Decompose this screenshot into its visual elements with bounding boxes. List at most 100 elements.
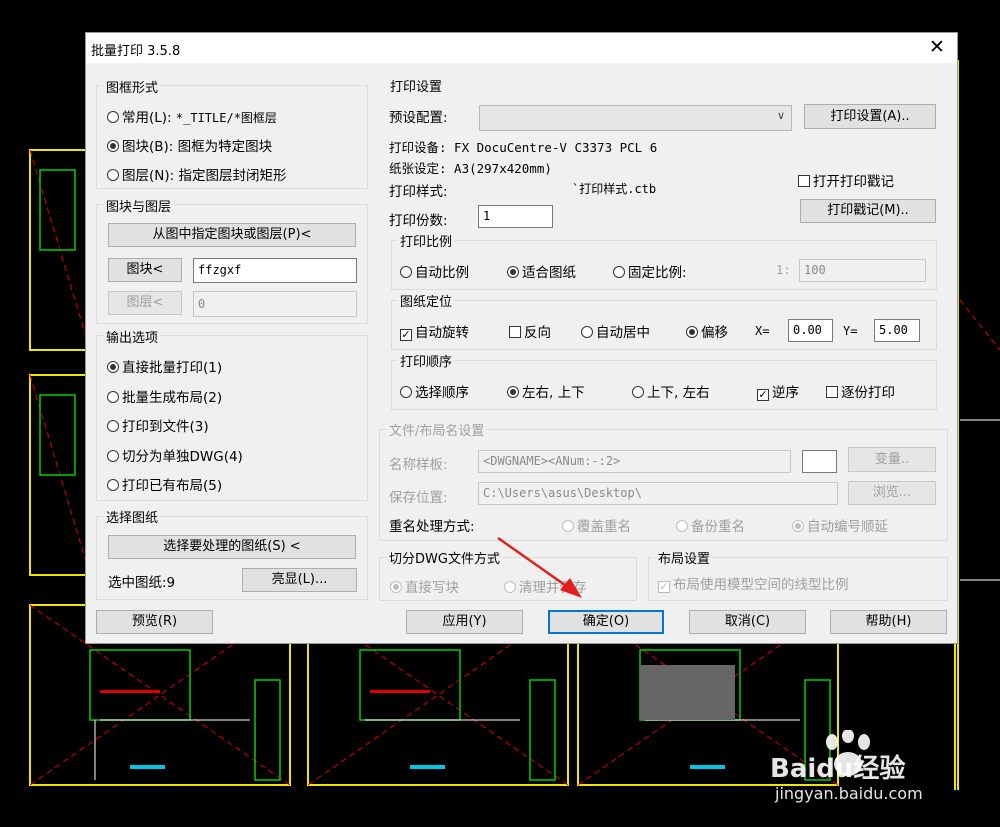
rename-backup-radio[interactable]: 备份重名 <box>676 515 745 535</box>
offset-y-input[interactable]: 5.00 <box>874 319 920 342</box>
checkbox-icon <box>826 386 838 398</box>
frame-style-layer-radio[interactable]: 图层(N): 指定图层封闭矩形 <box>107 164 286 184</box>
selected-count-text: 选中图纸:9 <box>108 575 176 591</box>
variable-button[interactable]: 变量.. <box>848 447 936 472</box>
radio-icon <box>107 169 119 181</box>
block-button[interactable]: 图块< <box>108 258 182 282</box>
preset-dropdown[interactable]: ∨ <box>479 105 792 131</box>
watermark-brand: Baidu经验 <box>770 754 906 784</box>
output-existing-layout-radio[interactable]: 打印已有布局(5) <box>107 474 222 494</box>
ok-button[interactable]: 确定(O) <box>548 610 664 634</box>
name-template-input[interactable]: <DWGNAME><ANum:-:2> <box>478 450 791 473</box>
reverse-order-checkbox[interactable]: ✓ 逆序 <box>757 381 799 401</box>
reverse-checkbox[interactable]: 反向 <box>509 321 551 341</box>
preview-button[interactable]: 预览(R) <box>96 610 213 634</box>
close-icon[interactable]: ✕ <box>927 36 947 58</box>
scale-ratio-label: 1: <box>776 263 791 277</box>
scale-fit-radio[interactable]: 适合图纸 <box>507 261 576 281</box>
radio-icon <box>400 386 412 398</box>
print-stamp-button[interactable]: 打印戳记(M).. <box>800 199 936 223</box>
radio-icon <box>676 520 688 532</box>
cancel-button[interactable]: 取消(C) <box>689 610 806 634</box>
save-location-label: 保存位置: <box>389 490 448 506</box>
print-style-label: 打印样式: <box>389 184 448 200</box>
variable-box[interactable] <box>802 450 837 473</box>
output-generate-layout-radio[interactable]: 批量生成布局(2) <box>107 386 222 406</box>
auto-rotate-checkbox[interactable]: ✓ 自动旋转 <box>400 321 469 341</box>
offset-radio[interactable]: 偏移 <box>686 321 728 341</box>
preset-label: 预设配置: <box>389 110 448 126</box>
order-lr-tb-radio[interactable]: 左右, 上下 <box>507 381 585 401</box>
radio-icon <box>390 581 402 593</box>
radio-icon <box>107 450 119 462</box>
print-settings-label: 打印设置 <box>388 76 445 95</box>
paper-position-label: 图纸定位 <box>398 291 455 310</box>
block-name-input[interactable]: ffzgxf <box>193 258 357 283</box>
checkbox-icon: ✓ <box>400 328 412 341</box>
watermark-url: jingyan.baidu.com <box>775 784 923 803</box>
radio-icon <box>581 326 593 338</box>
split-dwg-label: 切分DWG文件方式 <box>387 548 502 567</box>
split-purge-save-radio[interactable]: 清理并保存 <box>504 576 587 596</box>
print-settings-button[interactable]: 打印设置(A).. <box>804 104 936 129</box>
order-tb-lr-radio[interactable]: 上下, 左右 <box>632 381 710 401</box>
split-direct-write-radio[interactable]: 直接写块 <box>390 576 459 596</box>
file-layout-label: 文件/布局名设置 <box>387 420 487 439</box>
print-order-label: 打印顺序 <box>398 351 455 370</box>
checkbox-icon: ✓ <box>658 580 670 593</box>
name-template-label: 名称样板: <box>389 457 448 473</box>
save-location-input[interactable]: C:\Users\asus\Desktop\ <box>478 482 838 505</box>
output-options-label: 输出选项 <box>104 327 161 346</box>
collate-checkbox[interactable]: 逐份打印 <box>826 381 895 401</box>
output-direct-print-radio[interactable]: 直接批量打印(1) <box>107 356 222 376</box>
apply-button[interactable]: 应用(Y) <box>406 610 523 634</box>
rename-overwrite-radio[interactable]: 覆盖重名 <box>562 515 631 535</box>
open-stamp-checkbox[interactable]: 打开打印戳记 <box>798 170 894 190</box>
radio-icon <box>507 386 519 398</box>
radio-icon <box>792 520 804 532</box>
frame-style-common-radio[interactable]: 常用(L): *_TITLE/*图框层 <box>107 106 277 126</box>
title-bar: 批量打印 3.5.8 ✕ <box>86 33 957 63</box>
frame-style-label: 图框形式 <box>104 77 161 96</box>
auto-center-radio[interactable]: 自动居中 <box>581 321 650 341</box>
radio-icon <box>613 266 625 278</box>
paper-setting-text: 纸张设定: A3(297x420mm) <box>389 161 552 176</box>
print-style-value: `打印样式.ctb <box>572 182 657 196</box>
chevron-down-icon: ∨ <box>776 109 785 122</box>
layer-button[interactable]: 图层< <box>108 291 182 315</box>
select-drawings-button[interactable]: 选择要处理的图纸(S) < <box>108 535 356 559</box>
checkbox-icon: ✓ <box>757 388 769 401</box>
checkbox-icon <box>798 175 810 187</box>
output-print-to-file-radio[interactable]: 打印到文件(3) <box>107 415 209 435</box>
frame-style-block-radio[interactable]: 图块(B): 图框为特定图块 <box>107 135 272 155</box>
highlight-button[interactable]: 亮显(L)... <box>242 568 357 592</box>
radio-icon <box>107 361 119 373</box>
radio-icon <box>107 391 119 403</box>
radio-icon <box>686 326 698 338</box>
scale-fixed-radio[interactable]: 固定比例: <box>613 261 687 281</box>
pick-block-layer-button[interactable]: 从图中指定图块或图层(P)< <box>108 223 356 247</box>
help-button[interactable]: 帮助(H) <box>830 610 947 634</box>
layout-linetype-scale-checkbox[interactable]: ✓ 布局使用模型空间的线型比例 <box>658 573 849 593</box>
radio-icon <box>562 520 574 532</box>
window-title: 批量打印 3.5.8 <box>91 44 181 59</box>
radio-icon <box>107 111 119 123</box>
rename-auto-number-radio[interactable]: 自动编号顺延 <box>792 515 888 535</box>
scale-auto-radio[interactable]: 自动比例 <box>400 261 469 281</box>
block-layer-label: 图块与图层 <box>104 196 174 215</box>
scale-ratio-input[interactable]: 100 <box>799 259 926 282</box>
radio-icon <box>107 479 119 491</box>
copies-input[interactable]: 1 <box>478 205 553 228</box>
checkbox-icon <box>509 326 521 338</box>
output-split-dwg-radio[interactable]: 切分为单独DWG(4) <box>107 445 243 465</box>
radio-icon <box>107 420 119 432</box>
radio-icon <box>107 140 119 152</box>
layer-name-input[interactable]: 0 <box>193 291 357 317</box>
radio-icon <box>400 266 412 278</box>
order-selection-radio[interactable]: 选择顺序 <box>400 381 469 401</box>
radio-icon <box>507 266 519 278</box>
offset-x-input[interactable]: 0.00 <box>788 319 833 342</box>
batch-print-dialog: 批量打印 3.5.8 ✕ 图框形式 常用(L): *_TITLE/*图框层 图块… <box>85 32 958 644</box>
browse-button[interactable]: 浏览... <box>848 481 936 505</box>
layout-settings-label: 布局设置 <box>656 548 713 567</box>
